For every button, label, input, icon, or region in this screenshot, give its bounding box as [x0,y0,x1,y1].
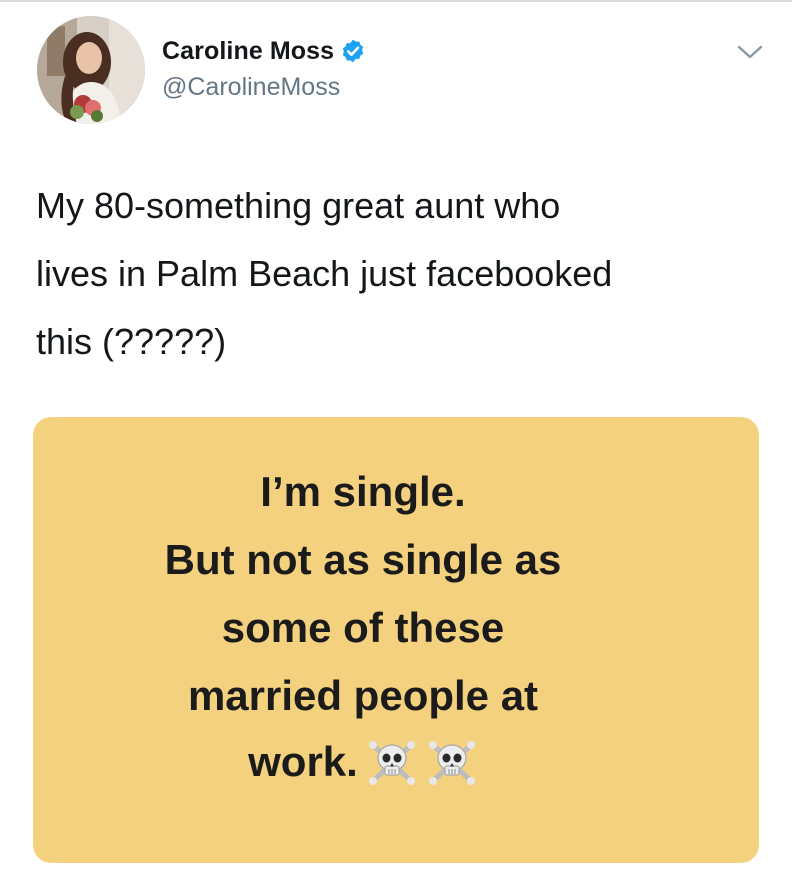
author-name-row[interactable]: Caroline Moss [162,34,366,68]
top-divider [0,0,792,2]
avatar[interactable] [37,16,145,124]
meme-line-5: work. [248,738,358,785]
meme-line-5-row: work. [0,736,726,788]
skull-and-crossbones-icon [368,741,415,785]
tweet-text: My 80-something great aunt who lives in … [36,185,613,362]
author-handle[interactable]: @CarolineMoss [162,73,340,102]
meme-line-2: But not as single as [164,536,562,583]
chevron-down-icon[interactable] [735,42,765,62]
meme-line-3: some of these [221,604,505,651]
meme-line-1: I’m single. [260,468,466,515]
profile-photo [37,16,145,124]
skull-and-crossbones-icon [428,741,475,785]
author-display-name[interactable]: Caroline Moss [162,37,334,66]
meme-line-4: married people at [187,672,539,719]
verified-badge-icon [343,39,364,63]
